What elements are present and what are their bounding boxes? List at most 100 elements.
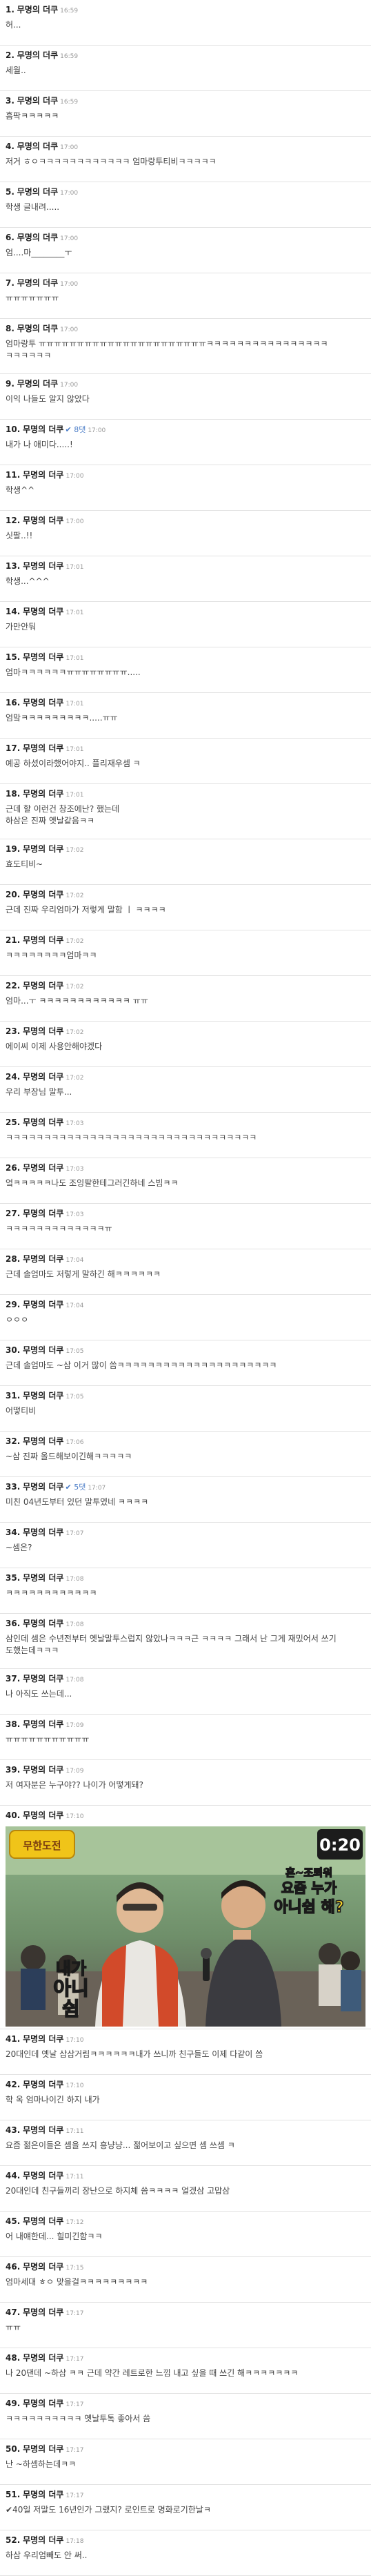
comment-header: 25. 무명의 더쿠 17:03: [6, 1117, 365, 1129]
comment-header: 36. 무명의 더쿠 17:08: [6, 1618, 365, 1630]
comment-author[interactable]: 무명의 더쿠: [23, 1345, 63, 1355]
comment-author[interactable]: 무명의 더쿠: [17, 324, 58, 333]
comment-body: ㅋㅋㅋㅋㅋㅋㅋㅋㅋㅋ 옛날투톡 좋아서 씀: [6, 2414, 151, 2423]
comment-author[interactable]: 무명의 더쿠: [23, 1528, 63, 1537]
comment-author[interactable]: 무명의 더쿠: [23, 1674, 63, 1684]
comment-header: 45. 무명의 더쿠 17:12: [6, 2216, 365, 2228]
comment-author[interactable]: 무명의 더쿠: [23, 2262, 63, 2272]
comment-header: 48. 무명의 더쿠 17:17: [6, 2352, 365, 2365]
comment-author[interactable]: 무명의 더쿠: [23, 1118, 63, 1127]
comment-author[interactable]: 무명의 더쿠: [23, 1163, 63, 1173]
comment-author[interactable]: 무명의 더쿠: [23, 2307, 63, 2317]
comment-author[interactable]: 무명의 더쿠: [23, 890, 63, 899]
comment-time: 17:02: [66, 892, 84, 899]
comment-header: 32. 무명의 더쿠 17:06: [6, 1436, 365, 1448]
comment-time: 17:04: [66, 1257, 84, 1264]
comment-item: 27. 무명의 더쿠 17:03 ㅋㅋㅋㅋㅋㅋㅋㅋㅋㅋㅋㅋㅋㅠ: [0, 1204, 371, 1249]
comment-header: 33. 무명의 더쿠 ✔ 5댓 17:07: [6, 1481, 365, 1494]
comment-author[interactable]: 무명의 더쿠: [23, 844, 63, 854]
comment-author[interactable]: 무명의 더쿠: [17, 142, 58, 151]
comment-author[interactable]: 무명의 더쿠: [23, 1391, 63, 1401]
comment-author[interactable]: 무명의 더쿠: [17, 379, 58, 389]
comment-number: 13.: [6, 561, 21, 571]
comment-header: 30. 무명의 더쿠 17:05: [6, 1345, 365, 1357]
comment-author[interactable]: 무명의 더쿠: [23, 2535, 63, 2545]
comment-author[interactable]: 무명의 더쿠: [23, 1619, 63, 1628]
comment-author[interactable]: 무명의 더쿠: [23, 2034, 63, 2044]
comment-header: 47. 무명의 더쿠 17:17: [6, 2307, 365, 2319]
comment-body: 내가 나 애미다.....!: [6, 440, 73, 449]
comment-author[interactable]: 무명의 더쿠: [23, 1072, 63, 1082]
comment-author[interactable]: 무명의 더쿠: [23, 1026, 63, 1036]
comment-author[interactable]: 무명의 더쿠: [23, 698, 63, 708]
comment-author[interactable]: 무명의 더쿠: [23, 2171, 63, 2180]
comment-author[interactable]: 무명의 더쿠: [17, 278, 58, 288]
comment-body: ㅇㅇㅇ: [6, 1315, 29, 1325]
comment-header: 13. 무명의 더쿠 17:01: [6, 560, 365, 573]
comment-time: 17:09: [66, 1722, 84, 1729]
comment-number: 38.: [6, 1719, 21, 1729]
comment-author[interactable]: 무명의 더쿠: [23, 652, 63, 662]
comment-author[interactable]: 무명의 더쿠: [23, 1482, 63, 1492]
comment-body: 근데 진짜 우리엄마가 저렇게 말함 ㅣ ㅋㅋㅋㅋ: [6, 905, 166, 915]
comment-author[interactable]: 무명의 더쿠: [23, 516, 63, 525]
comment-item: 1. 무명의 더쿠 16:59 허...: [0, 0, 371, 46]
comment-author[interactable]: 무명의 더쿠: [17, 5, 58, 14]
comment-header: 14. 무명의 더쿠 17:01: [6, 606, 365, 618]
comment-body: 근데 할 이런건 창조에난? 했는데: [6, 804, 120, 814]
comment-author[interactable]: 무명의 더쿠: [23, 561, 63, 571]
comment-author[interactable]: 무명의 더쿠: [23, 425, 63, 434]
comment-author[interactable]: 무명의 더쿠: [23, 1719, 63, 1729]
comment-author[interactable]: 무명의 더쿠: [23, 981, 63, 991]
comment-author[interactable]: 무명의 더쿠: [17, 187, 58, 197]
comment-number: 1.: [6, 5, 14, 14]
comment-number: 24.: [6, 1072, 21, 1082]
comment-author[interactable]: 무명의 더쿠: [23, 2490, 63, 2499]
comment-body: ㅠㅠㅠㅠㅠㅠㅠㅠㅠㅠㅠ: [6, 1735, 90, 1744]
comment-author[interactable]: 무명의 더쿠: [23, 1573, 63, 1583]
comment-author[interactable]: 무명의 더쿠: [23, 789, 63, 799]
comment-author[interactable]: 무명의 더쿠: [23, 743, 63, 753]
caption-left-line: 아니: [53, 1977, 89, 2000]
comment-author[interactable]: 무명의 더쿠: [23, 1254, 63, 1264]
comment-author[interactable]: 무명의 더쿠: [23, 935, 63, 945]
comment-number: 40.: [6, 1811, 21, 1820]
comment-author[interactable]: 무명의 더쿠: [23, 1436, 63, 1446]
comment-body: 학생^^: [6, 485, 35, 495]
comment-author[interactable]: 무명의 더쿠: [23, 2125, 63, 2135]
comment-author[interactable]: 무명의 더쿠: [23, 470, 63, 480]
comment-author[interactable]: 무명의 더쿠: [23, 1765, 63, 1775]
comment-author[interactable]: 무명의 더쿠: [23, 2399, 63, 2408]
comment-author[interactable]: 무명의 더쿠: [17, 233, 58, 242]
comment-body: 엌ㅋㅋㅋㅋㅋ나도 조잉팔한테그러긴하네 스빔ㅋㅋ: [6, 1178, 179, 1188]
comment-body: 가만안둬: [6, 622, 37, 632]
comment-author[interactable]: 무명의 더쿠: [23, 1209, 63, 1218]
comment-number: 16.: [6, 698, 21, 708]
comment-author[interactable]: 무명의 더쿠: [23, 2080, 63, 2089]
comment-header: 15. 무명의 더쿠 17:01: [6, 652, 365, 664]
comment-author[interactable]: 무명의 더쿠: [23, 2444, 63, 2454]
comment-image[interactable]: 무한도전 0:20 내가 아니 쉼 혼~조뢰워 요즘 누가 아니쉼 해?: [6, 1826, 365, 2027]
comment-time: 17:01: [66, 701, 84, 708]
comment-author[interactable]: 무명의 더쿠: [23, 1811, 63, 1820]
comment-item: 10. 무명의 더쿠 ✔ 8댓 17:00 내가 나 애미다.....!: [0, 420, 371, 465]
comment-body: 도했는데ㅋㅋㅋ: [6, 1646, 59, 1655]
comment-author[interactable]: 무명의 더쿠: [17, 50, 58, 60]
comment-time: 17:07: [88, 1485, 106, 1492]
comment-header: 17. 무명의 더쿠 17:01: [6, 743, 365, 755]
comment-item: 44. 무명의 더쿠 17:11 20대인데 친구들끼리 장난으로 하지체 씀ㅋㅋㅋ…: [0, 2166, 371, 2212]
comment-item: 42. 무명의 더쿠 17:10 학 옥 엄마나이긴 하지 내가: [0, 2075, 371, 2120]
comment-author[interactable]: 무명의 더쿠: [23, 607, 63, 616]
comment-author[interactable]: 무명의 더쿠: [17, 96, 58, 106]
comment-header: 31. 무명의 더쿠 17:05: [6, 1390, 365, 1403]
comment-body: 엄....마________ㅜ: [6, 248, 72, 257]
comment-item: 2. 무명의 더쿠 16:59 세월..: [0, 46, 371, 91]
comment-author[interactable]: 무명의 더쿠: [23, 2216, 63, 2226]
comment-author[interactable]: 무명의 더쿠: [23, 2353, 63, 2363]
comment-time: 17:05: [66, 1348, 84, 1355]
comment-time: 17:06: [66, 1439, 84, 1446]
comment-body: 엄마...ㅜ ㅋㅋㅋㅋㅋㅋㅋㅋㅋㅋㅋㅋ ㅠㅠ: [6, 996, 148, 1006]
comment-time: 17:17: [66, 2310, 84, 2317]
comment-author[interactable]: 무명의 더쿠: [23, 1300, 63, 1309]
comment-time: 17:02: [66, 1029, 84, 1036]
